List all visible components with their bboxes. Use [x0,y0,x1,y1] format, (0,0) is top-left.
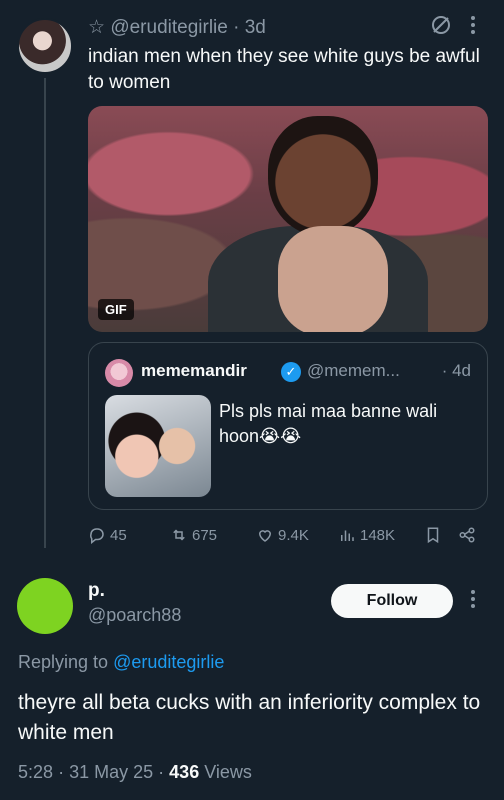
reply-time[interactable]: 5:28 [18,762,53,782]
meta-dot-2: · [158,762,165,782]
views-button[interactable]: 148K [338,526,395,544]
tweet-top-icons [430,14,476,41]
repost-icon [173,529,185,541]
tweet-age[interactable]: 3d [245,17,266,38]
reply-icon [90,528,104,544]
grok-icon[interactable] [430,14,452,41]
reply-button[interactable]: 45 [88,526,127,544]
reply-author-avatar[interactable] [17,578,73,634]
like-button[interactable]: 9.4K [256,526,309,544]
reply-more-options-icon[interactable] [470,588,476,615]
author-handle[interactable]: @eruditegirlie [110,17,228,38]
meta-dot-1: · [58,762,65,782]
repost-button[interactable]: 675 [170,526,217,544]
gif-media[interactable]: GIF [88,106,488,332]
replying-to: Replying to @eruditegirlie [18,652,224,673]
reply-author-name[interactable]: p. [88,580,105,602]
replying-to-label: Replying to [18,652,114,672]
quoted-tweet-card[interactable]: mememandir ✓ @memem... · 4d Pls pls mai … [88,342,488,510]
gif-person-head [268,116,378,236]
reply-views-label: Views [204,762,252,782]
tweet-header: ☆ @eruditegirlie · 3d [88,16,266,39]
reply-date[interactable]: 31 May 25 [69,762,153,782]
reply-view-count: 436 [169,762,200,782]
tweet-text: indian men when they see white guys be a… [88,46,480,93]
reply-count: 45 [110,526,127,544]
verified-badge-icon: ✓ [281,362,301,382]
heart-icon [258,530,272,542]
separator-dot: · [233,17,240,38]
quoted-author-name: mememandir [141,361,247,380]
quoted-tweet-text: Pls pls mai maa banne wali hoon😭😭 [219,401,438,446]
follow-button[interactable]: Follow [331,584,453,618]
repost-count: 675 [192,526,218,544]
bookmark-button[interactable] [424,526,442,544]
replying-to-handle[interactable]: @eruditegirlie [113,652,224,672]
quoted-media-thumbnail [105,395,211,497]
quoted-author-avatar [105,359,133,387]
bookmark-icon [427,527,439,544]
reply-author-handle[interactable]: @poarch88 [88,605,181,626]
gif-badge: GIF [98,299,134,320]
reply-text: theyre all beta cucks with an inferiorit… [18,691,481,744]
gif-hand [278,226,388,332]
tweet-action-bar: 45 675 9.4K 148K [88,526,488,550]
quoted-tweet-age: · 4d [441,361,471,380]
author-avatar[interactable] [17,18,73,74]
share-icon [459,527,475,543]
analytics-icon [341,530,354,541]
star-icon[interactable]: ☆ [88,17,105,38]
thread-line [44,78,46,548]
quoted-author-handle: @memem... [307,361,400,380]
like-count: 9.4K [278,526,309,544]
more-options-icon[interactable] [470,14,476,41]
share-button[interactable] [458,526,476,544]
view-count: 148K [360,526,396,544]
reply-meta: 5:28 · 31 May 25 · 436 Views [18,762,252,783]
